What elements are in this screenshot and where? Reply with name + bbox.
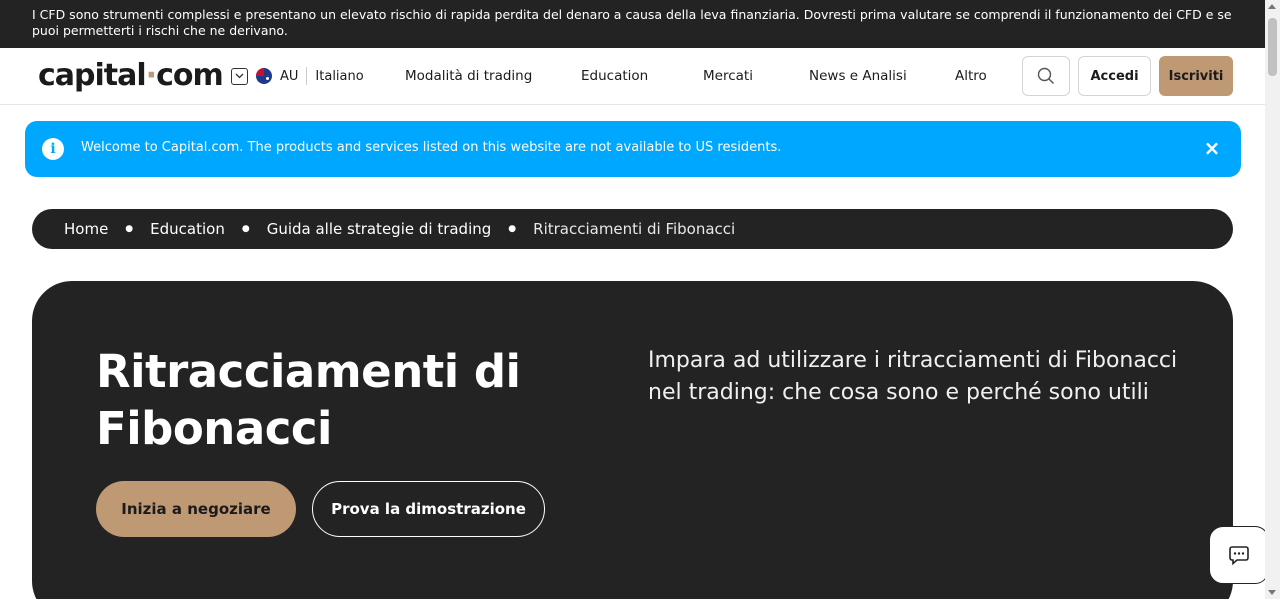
nav-item-trading-modes[interactable]: Modalità di trading [405,68,532,84]
breadcrumb: Home ● Education ● Guida alle strategie … [32,209,1233,249]
language-label[interactable]: Italiano [315,69,363,84]
breadcrumb-separator: ● [241,224,250,234]
start-trading-button[interactable]: Inizia a negoziare [96,481,296,537]
notice-message: Welcome to Capital.com. The products and… [81,140,782,155]
australia-flag-icon [256,68,272,84]
try-demo-button[interactable]: Prova la dimostrazione [312,481,545,537]
scroll-up-arrow-icon[interactable] [1268,4,1276,9]
close-icon[interactable]: × [1203,138,1221,158]
logo-text-left: capital [38,58,147,93]
region-selector[interactable]: AU Italiano [231,67,364,85]
nav-item-markets[interactable]: Mercati [703,68,753,84]
risk-warning-text: I CFD sono strumenti complessi e present… [32,7,1232,38]
divider [306,67,308,85]
logo-text-right: com [156,58,224,93]
page-scrollbar[interactable] [1265,0,1280,599]
scrollbar-thumb[interactable] [1268,18,1277,76]
nav-item-more[interactable]: Altro [955,68,987,84]
logo[interactable]: capital·com [38,58,224,93]
breadcrumb-trading-strategies[interactable]: Guida alle strategie di trading [267,220,492,238]
chat-icon [1229,546,1249,566]
region-code: AU [280,68,299,84]
chat-button[interactable] [1209,526,1269,584]
signup-button[interactable]: Iscriviti [1159,56,1233,96]
scroll-down-arrow-icon[interactable] [1268,590,1276,595]
site-header: capital·com AU Italiano Modalità di trad… [0,48,1265,105]
breadcrumb-education[interactable]: Education [150,220,225,238]
search-button[interactable] [1022,56,1070,96]
nav-item-news[interactable]: News e Analisi [809,68,907,84]
hero-section: Ritracciamenti di Fibonacci Impara ad ut… [32,281,1233,599]
breadcrumb-separator: ● [125,224,134,234]
page-subtitle: Impara ad utilizzare i ritracciamenti di… [648,348,1178,405]
chevron-down-icon[interactable] [231,67,248,85]
us-residents-notice: i Welcome to Capital.com. The products a… [25,121,1241,177]
logo-dot: · [145,58,157,93]
breadcrumb-current: Ritracciamenti di Fibonacci [533,220,736,238]
search-icon [1037,67,1054,84]
login-button[interactable]: Accedi [1078,56,1151,96]
nav-item-education[interactable]: Education [581,68,648,84]
breadcrumb-home[interactable]: Home [64,220,108,238]
info-icon: i [42,138,64,160]
breadcrumb-separator: ● [508,224,517,234]
page-title: Ritracciamenti di Fibonacci [96,345,521,455]
risk-warning-bar: I CFD sono strumenti complessi e present… [0,0,1265,48]
